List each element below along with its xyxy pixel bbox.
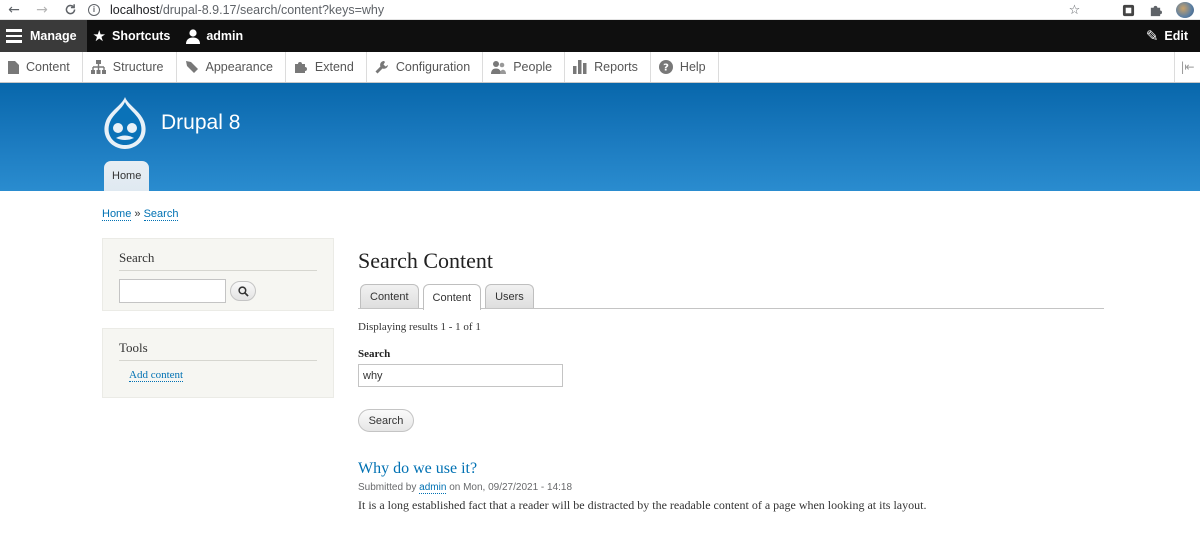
search-tabs: Content Content Users	[358, 284, 1104, 310]
back-button[interactable]: ←	[0, 0, 28, 20]
admin-toolbar: Manage ★ Shortcuts admin ✎ Edit	[0, 20, 1200, 52]
tray-item-extend[interactable]: Extend	[286, 52, 367, 82]
search-keys-input[interactable]: why	[358, 364, 563, 387]
tray-item-people[interactable]: People	[483, 52, 566, 82]
star-bookmark-icon[interactable]: ☆	[1068, 3, 1081, 18]
result-date: on Mon, 09/27/2021 - 14:18	[449, 482, 573, 493]
address-bar[interactable]: i localhost/drupal-8.9.17/search/content…	[88, 1, 384, 19]
tab-content-primary[interactable]: Content	[360, 284, 419, 308]
page-title: Search Content	[358, 248, 494, 273]
sidebar-search-button[interactable]	[230, 281, 256, 301]
url-host: localhost	[110, 2, 160, 17]
tray-item-label: People	[513, 60, 553, 74]
browser-bar: ← → i localhost/drupal-8.9.17/search/con…	[0, 0, 1200, 20]
sidebar-search-input[interactable]	[119, 279, 226, 303]
search-result-snippet: It is a long established fact that a rea…	[358, 498, 927, 512]
reload-icon	[65, 4, 75, 15]
menu-icon	[6, 29, 22, 43]
drupal-logo[interactable]	[100, 95, 150, 151]
star-icon: ★	[92, 27, 106, 45]
site-name[interactable]: Drupal 8	[161, 111, 240, 135]
puzzle-extensions-icon[interactable]	[1149, 4, 1162, 17]
search-block-form	[119, 279, 317, 303]
pencil-icon: ✎	[1145, 27, 1159, 45]
tray-spacer	[719, 52, 1174, 82]
toolbar-user[interactable]: admin	[180, 20, 253, 52]
tray-item-appearance[interactable]: Appearance	[177, 52, 286, 82]
user-icon	[186, 28, 201, 44]
add-content-link[interactable]: Add content	[129, 369, 184, 382]
tray-item-label: Reports	[594, 60, 638, 74]
tray-item-content[interactable]: Content	[0, 52, 83, 82]
appearance-icon	[185, 60, 199, 74]
tray-item-label: Appearance	[205, 60, 273, 74]
search-block-title: Search	[119, 250, 317, 271]
search-icon	[237, 285, 249, 297]
browser-extension-icons: ☆	[1068, 0, 1194, 20]
tray-item-label: Configuration	[395, 60, 471, 74]
search-result-title[interactable]: Why do we use it?	[358, 460, 1104, 478]
breadcrumb: Home » Search	[102, 208, 179, 221]
tray-item-configuration[interactable]: Configuration	[367, 52, 484, 82]
tab-users[interactable]: Users	[485, 284, 534, 308]
reports-icon	[573, 60, 587, 74]
extension-app-icon[interactable]	[1122, 4, 1135, 17]
search-result-meta: Submitted by admin on Mon, 09/27/2021 - …	[358, 482, 1104, 494]
site-info-icon[interactable]: i	[88, 3, 100, 16]
site-header: Drupal 8 Home	[0, 83, 1200, 191]
breadcrumb-home[interactable]: Home	[102, 208, 132, 221]
toolbar-user-label: admin	[206, 29, 244, 43]
profile-avatar[interactable]	[1176, 2, 1194, 18]
toolbar-shortcuts[interactable]: ★ Shortcuts	[87, 20, 181, 52]
extend-icon	[294, 60, 308, 74]
toolbar-shortcuts-label: Shortcuts	[112, 29, 171, 43]
breadcrumb-separator: »	[134, 208, 141, 220]
structure-icon	[90, 60, 106, 74]
result-author-link[interactable]: admin	[419, 482, 447, 494]
tools-block-title: Tools	[119, 340, 317, 361]
tray-item-label: Content	[26, 60, 70, 74]
toolbar-manage[interactable]: Manage	[0, 20, 87, 52]
people-icon	[491, 60, 507, 74]
tray-item-structure[interactable]: Structure	[83, 52, 177, 82]
submitted-by-text: Submitted by	[358, 482, 417, 493]
search-submit-button[interactable]: Search	[358, 409, 414, 432]
breadcrumb-search[interactable]: Search	[143, 208, 179, 221]
tray-item-label: Help	[679, 60, 706, 74]
sidebar-search-block: Search	[102, 238, 334, 311]
tray-item-reports[interactable]: Reports	[565, 52, 651, 82]
help-icon: ?	[658, 60, 673, 74]
url-path: /drupal-8.9.17/search/content?keys=why	[159, 2, 385, 17]
sidebar-tools-block: Tools Add content	[102, 328, 334, 398]
content-icon	[8, 60, 19, 74]
collapse-arrow-icon: |⇤	[1180, 60, 1195, 74]
windows-extension-icon[interactable]	[1095, 4, 1108, 17]
toolbar-manage-label: Manage	[30, 29, 77, 43]
toolbar-edit[interactable]: ✎ Edit	[1140, 20, 1200, 52]
tray-item-help[interactable]: ? Help	[651, 52, 719, 82]
search-field-label: Search	[358, 348, 391, 360]
results-count: Displaying results 1 - 1 of 1	[358, 321, 481, 333]
reload-button[interactable]	[56, 0, 84, 20]
svg-text:?: ?	[663, 63, 669, 74]
tray-orientation-toggle[interactable]: |⇤	[1174, 52, 1200, 82]
forward-button[interactable]: →	[28, 0, 56, 20]
main-content: Search Content Content Content Users Dis…	[358, 248, 1104, 513]
main-menu-home[interactable]: Home	[104, 161, 150, 191]
wrench-icon	[375, 60, 389, 74]
admin-tray: Content Structure Appearance Extend Conf…	[0, 52, 1200, 83]
tray-item-label: Extend	[314, 60, 354, 74]
tab-content-active[interactable]: Content	[422, 284, 482, 310]
tray-item-label: Structure	[112, 60, 164, 74]
toolbar-edit-label: Edit	[1164, 29, 1188, 43]
